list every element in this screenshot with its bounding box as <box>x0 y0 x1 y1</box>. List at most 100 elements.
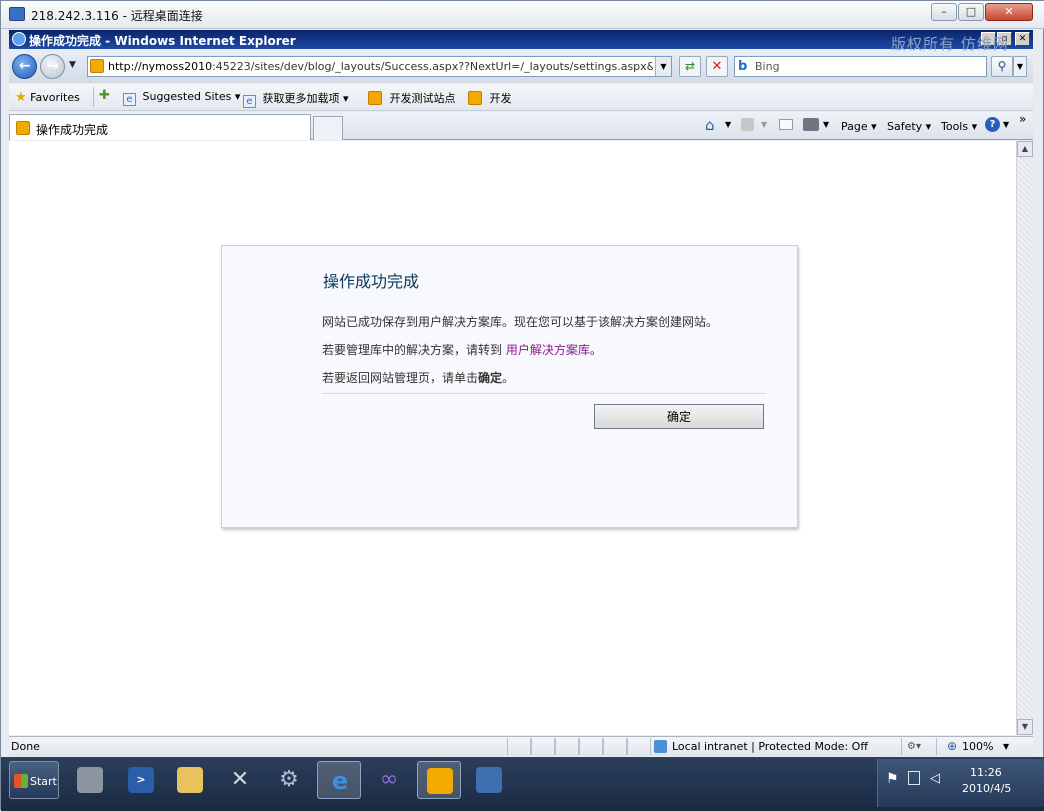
search-box[interactable]: b Bing <box>734 56 987 77</box>
new-tab-button[interactable] <box>313 116 343 140</box>
home-dropdown-icon[interactable]: ▼ <box>725 120 731 129</box>
help-icon[interactable]: ? <box>985 117 1000 132</box>
sharepoint-page-icon <box>368 91 382 105</box>
dialog-divider <box>322 393 766 394</box>
taskbar-explorer[interactable] <box>168 761 212 799</box>
favorites-item-label: 开发 <box>489 92 512 105</box>
feeds-dropdown-icon[interactable]: ▼ <box>761 120 767 129</box>
taskbar-admin-tools[interactable]: ✕ <box>218 761 262 799</box>
dialog-message-return: 若要返回网站管理页，请单击确定。 <box>322 369 514 386</box>
status-panel <box>555 738 579 755</box>
return-suffix: 。 <box>502 371 515 385</box>
ok-button[interactable]: 确定 <box>594 404 764 429</box>
page-content: 操作成功完成 网站已成功保存到用户解决方案库。现在您可以基于该解决方案创建网站。… <box>9 141 1016 735</box>
tools-icon: ✕ <box>230 767 250 792</box>
back-button[interactable]: ← <box>12 54 37 79</box>
status-panel <box>531 738 555 755</box>
remote-desktop-window: 218.242.3.116 - 远程桌面连接 – □ ✕ 操作成功完成 - Wi… <box>0 0 1044 811</box>
favorites-item-dev-test-site[interactable]: 开发测试站点 <box>368 90 456 106</box>
taskbar-services[interactable]: ⚙ <box>267 761 311 799</box>
vertical-scrollbar[interactable]: ▲ ▼ <box>1016 141 1033 735</box>
volume-icon[interactable]: ◁ <box>930 771 940 786</box>
status-panel <box>579 738 603 755</box>
scroll-down-arrow-icon[interactable]: ▼ <box>1017 719 1033 735</box>
tab-active[interactable]: 操作成功完成 <box>9 114 311 140</box>
ie-window-title: 操作成功完成 - Windows Internet Explorer <box>29 34 296 48</box>
network-icon[interactable] <box>908 771 920 785</box>
solution-gallery-link[interactable]: 用户解决方案库 <box>506 343 590 357</box>
sharepoint-designer-icon <box>427 768 453 794</box>
manage-suffix: 。 <box>589 343 602 357</box>
clock-date[interactable]: 2010/4/5 <box>962 782 1011 795</box>
clock-time[interactable]: 11:26 <box>970 766 1002 779</box>
chevron-more-icon[interactable]: » <box>1019 112 1026 126</box>
return-prefix: 若要返回网站管理页，请单击 <box>322 371 479 385</box>
read-mail-icon[interactable] <box>779 119 793 130</box>
zoom-icon: ⊕ <box>947 739 958 753</box>
address-url[interactable]: http://nymoss2010:45223/sites/dev/blog/_… <box>108 60 653 73</box>
favorites-item-label: 开发测试站点 <box>389 92 456 105</box>
flag-icon[interactable]: ⚑ <box>886 771 899 787</box>
dialog-title: 操作成功完成 <box>323 272 420 291</box>
address-bar[interactable]: http://nymoss2010:45223/sites/dev/blog/_… <box>87 56 672 77</box>
success-dialog: 操作成功完成 网站已成功保存到用户解决方案库。现在您可以基于该解决方案创建网站。… <box>221 245 798 528</box>
url-path: :45223/sites/dev/blog/_layouts/Success.a… <box>212 60 653 73</box>
feeds-icon[interactable] <box>741 118 754 131</box>
forward-button[interactable]: → <box>40 54 65 79</box>
address-dropdown-icon[interactable]: ▼ <box>655 57 671 76</box>
favorites-star-icon: ★ <box>15 90 27 105</box>
search-options-dropdown-icon[interactable]: ▼ <box>1013 56 1027 77</box>
manage-prefix: 若要管理库中的解决方案，请转到 <box>322 343 503 357</box>
refresh-button[interactable]: ⇄ <box>679 56 701 77</box>
favorites-item-label: Suggested Sites ▾ <box>142 90 241 103</box>
navigation-bar: ← → ▼ http://nymoss2010:45223/sites/dev/… <box>9 50 1033 83</box>
taskbar-sharepoint-designer[interactable] <box>417 761 461 799</box>
status-bar: Done Local intranet | Protected Mode: Of… <box>9 736 1033 756</box>
page-menu[interactable]: Page ▾ <box>841 120 877 133</box>
favorites-item-suggested-sites[interactable]: e Suggested Sites ▾ <box>123 90 240 106</box>
taskbar-sharepoint-central-admin[interactable] <box>467 761 511 799</box>
favorites-item-get-addons[interactable]: e 获取更多加载项 ▾ <box>243 90 349 108</box>
ie-title-bar: 操作成功完成 - Windows Internet Explorer _ ▫ ✕ <box>9 30 1033 49</box>
tools-menu[interactable]: Tools ▾ <box>941 120 977 133</box>
zoom-level[interactable]: 100% <box>962 740 993 753</box>
start-button[interactable]: Start <box>9 761 59 799</box>
print-dropdown-icon[interactable]: ▼ <box>823 120 829 129</box>
recent-pages-dropdown-icon[interactable]: ▼ <box>69 60 76 70</box>
print-icon[interactable] <box>803 118 819 131</box>
protected-mode-icon[interactable]: ⚙▾ <box>907 741 921 752</box>
rdp-minimize-button[interactable]: – <box>931 3 957 21</box>
zoom-dropdown-icon[interactable]: ▼ <box>1003 742 1009 751</box>
favorites-label: Favorites <box>30 91 80 104</box>
home-icon[interactable]: ⌂ <box>705 116 715 134</box>
taskbar-server-manager[interactable] <box>68 761 112 799</box>
tab-favicon-icon <box>16 121 30 135</box>
rdp-title-bar: 218.242.3.116 - 远程桌面连接 – □ ✕ <box>1 1 1044 29</box>
taskbar-visual-studio[interactable]: ∞ <box>367 761 411 799</box>
powershell-icon: > <box>128 767 154 793</box>
rdp-icon <box>9 7 25 21</box>
visual-studio-icon: ∞ <box>379 767 399 792</box>
safety-menu[interactable]: Safety ▾ <box>887 120 931 133</box>
search-button[interactable]: ⚲ <box>991 56 1013 77</box>
stop-button[interactable]: ✕ <box>706 56 728 77</box>
help-dropdown-icon[interactable]: ▼ <box>1003 120 1009 129</box>
security-zone[interactable]: Local intranet | Protected Mode: Off <box>672 740 868 753</box>
search-placeholder: Bing <box>755 60 780 73</box>
taskbar-internet-explorer[interactable]: e <box>317 761 361 799</box>
ie-close-button[interactable]: ✕ <box>1015 32 1030 46</box>
scroll-up-arrow-icon[interactable]: ▲ <box>1017 141 1033 157</box>
return-ok-bold: 确定 <box>478 371 503 385</box>
rdp-restore-button[interactable]: □ <box>958 3 984 21</box>
favorites-divider <box>93 87 94 107</box>
watermark-text: 版权所有 仿维网 <box>891 35 1009 53</box>
add-to-favorites-icon[interactable]: ✚ <box>99 88 110 103</box>
taskbar-powershell[interactable]: > <box>119 761 163 799</box>
favorites-button[interactable]: ★ Favorites <box>15 90 80 105</box>
favorites-bar: ★ Favorites ✚ e Suggested Sites ▾ e 获取更多… <box>9 84 1033 111</box>
forward-arrow-icon: → <box>47 58 59 74</box>
rdp-close-button[interactable]: ✕ <box>985 3 1033 21</box>
favorites-item-dev[interactable]: 开发 <box>468 90 512 106</box>
bing-logo-icon: b <box>738 59 748 74</box>
sharepoint-page-icon <box>468 91 482 105</box>
